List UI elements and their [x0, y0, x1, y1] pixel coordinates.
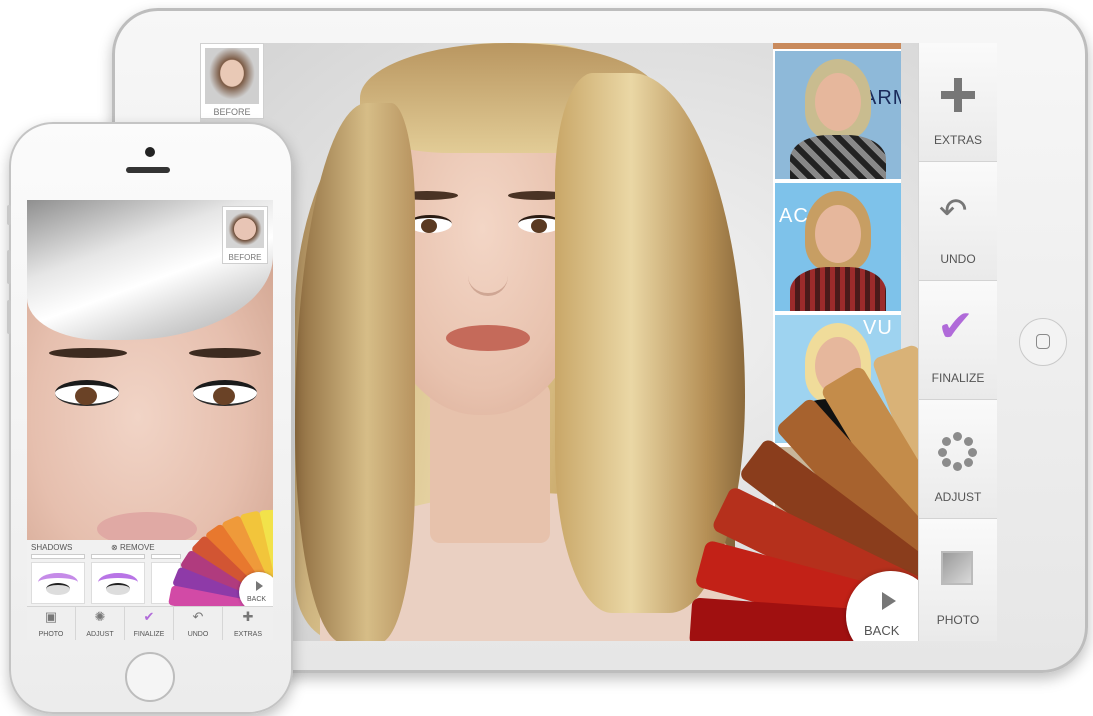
- phone-home-button[interactable]: [125, 652, 175, 702]
- phone-left-eye: [55, 380, 119, 406]
- dots-circle-icon: ✺: [94, 609, 106, 624]
- before-thumbnail[interactable]: BEFORE: [200, 43, 264, 119]
- phone-volume-down: [7, 300, 11, 334]
- finalize-label: FINALIZE: [931, 371, 985, 385]
- phone-before-label: BEFORE: [228, 253, 262, 262]
- phone-volume-up: [7, 250, 11, 284]
- strip-top-edge: [773, 43, 901, 49]
- undo-label: UNDO: [940, 252, 976, 266]
- remove-label[interactable]: ⊗ REMOVE: [111, 543, 155, 552]
- tablet-toolbar: EXTRAS ↶ UNDO ✔ FINALIZE ADJUST PHOTO: [918, 43, 997, 641]
- phone-right-brow: [189, 348, 261, 358]
- phone-extras-label: EXTRAS: [233, 631, 262, 638]
- portrait-hair-left: [295, 103, 415, 641]
- shadow-slot-1: [31, 554, 85, 559]
- before-photo: [205, 48, 259, 104]
- phone-screen: BEFORE SHADOWS ⊗ REMOVE BACK ▣ PHOTO ✺ A…: [27, 200, 273, 640]
- phone-adjust-button[interactable]: ✺ ADJUST: [76, 607, 125, 640]
- extras-label: EXTRAS: [933, 133, 982, 147]
- phone-finalize-button[interactable]: ✔ FINALIZE: [125, 607, 174, 640]
- photo-icon: ▣: [44, 609, 58, 624]
- tablet-back-label: BACK: [864, 623, 900, 638]
- shadow-slot-3: [151, 554, 181, 559]
- phone-adjust-label: ADJUST: [86, 631, 114, 638]
- remove-text: REMOVE: [119, 543, 155, 552]
- phone-speaker: [126, 167, 170, 173]
- tablet-screen: BEFORE ARMA AC VU B: [200, 43, 997, 641]
- undo-icon: ↶: [939, 192, 968, 230]
- extras-button[interactable]: EXTRAS: [919, 43, 997, 162]
- shadows-label: SHADOWS: [31, 543, 73, 552]
- shadow-slot-2: [91, 554, 145, 559]
- check-icon: ✔: [937, 302, 974, 351]
- dots-circle-icon: [938, 432, 977, 471]
- phone-extras-button[interactable]: ✚ EXTRAS: [223, 607, 273, 640]
- phone-before-thumbnail[interactable]: BEFORE: [222, 206, 268, 264]
- undo-icon: ↶: [192, 609, 204, 624]
- phone-undo-button[interactable]: ↶ UNDO: [174, 607, 223, 640]
- check-icon: ✔: [143, 609, 155, 624]
- phone-camera: [145, 147, 155, 157]
- portrait-nose: [468, 233, 508, 296]
- photo-icon: [941, 551, 973, 585]
- photo-button[interactable]: PHOTO: [919, 519, 997, 641]
- photo-label: PHOTO: [936, 613, 980, 627]
- shadow-option-2[interactable]: [91, 562, 145, 604]
- phone-back-arrow-icon: [256, 581, 263, 591]
- adjust-label: ADJUST: [934, 490, 982, 504]
- back-arrow-icon: [882, 592, 896, 610]
- portrait-lips: [446, 325, 530, 351]
- plus-icon: ✚: [242, 609, 254, 624]
- phone-right-eye: [193, 380, 257, 406]
- style-photo-1[interactable]: ARMA: [775, 51, 901, 179]
- undo-button[interactable]: ↶ UNDO: [919, 162, 997, 281]
- plus-icon: [941, 78, 975, 112]
- phone-photo-label: PHOTO: [38, 631, 64, 638]
- phone-before-photo: [226, 210, 264, 248]
- phone-mute-switch: [7, 205, 11, 225]
- shadow-option-1[interactable]: [31, 562, 85, 604]
- portrait-hair-right: [555, 73, 745, 613]
- style-photo-2[interactable]: AC: [775, 183, 901, 311]
- before-label: BEFORE: [213, 107, 251, 117]
- tablet-home-button[interactable]: [1019, 318, 1067, 366]
- finalize-button[interactable]: ✔ FINALIZE: [919, 281, 997, 400]
- strip-text-3: VU: [863, 317, 893, 339]
- phone-back-label: BACK: [247, 596, 267, 603]
- home-square-icon: [1036, 334, 1050, 349]
- phone-undo-label: UNDO: [187, 631, 209, 638]
- phone-toolbar: ▣ PHOTO ✺ ADJUST ✔ FINALIZE ↶ UNDO ✚ EXT…: [27, 606, 273, 640]
- adjust-button[interactable]: ADJUST: [919, 400, 997, 519]
- phone-finalize-label: FINALIZE: [133, 631, 165, 638]
- phone-left-brow: [49, 348, 127, 358]
- phone-photo-button[interactable]: ▣ PHOTO: [27, 607, 76, 640]
